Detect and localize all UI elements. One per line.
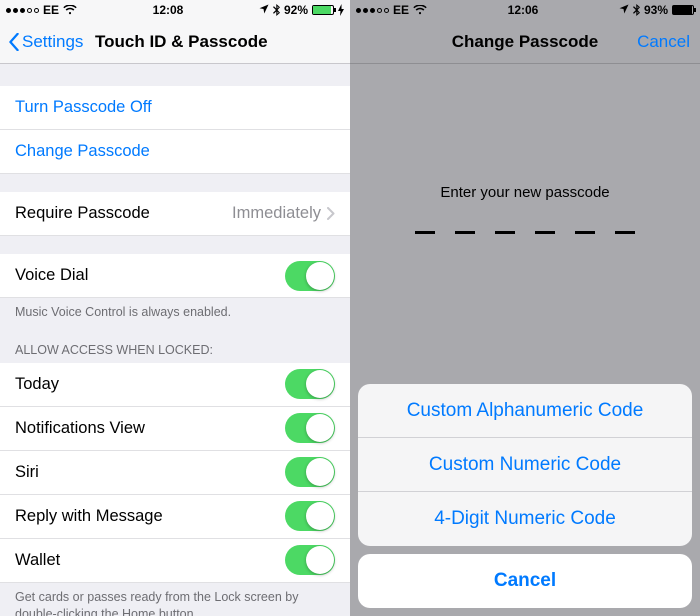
turn-passcode-off-button[interactable]: Turn Passcode Off bbox=[0, 86, 350, 130]
action-sheet: Custom Alphanumeric Code Custom Numeric … bbox=[350, 376, 700, 616]
signal-icon bbox=[356, 8, 389, 13]
nav-bar: Settings Touch ID & Passcode bbox=[0, 20, 350, 64]
battery-icon bbox=[672, 5, 694, 15]
bluetooth-icon bbox=[633, 4, 640, 16]
siri-row: Siri bbox=[0, 451, 350, 495]
siri-toggle[interactable] bbox=[285, 457, 335, 487]
option-4digit[interactable]: 4-Digit Numeric Code bbox=[358, 492, 692, 546]
charging-icon bbox=[338, 4, 344, 16]
signal-icon bbox=[6, 8, 39, 13]
back-button[interactable]: Settings bbox=[8, 32, 83, 52]
today-toggle[interactable] bbox=[285, 369, 335, 399]
wallet-row: Wallet bbox=[0, 539, 350, 583]
cell-label: Siri bbox=[15, 463, 39, 482]
location-icon bbox=[259, 3, 269, 17]
cell-label: Today bbox=[15, 375, 59, 394]
nav-bar: Change Passcode Cancel bbox=[350, 20, 700, 64]
chevron-right-icon bbox=[327, 207, 335, 220]
allow-access-header: ALLOW ACCESS WHEN LOCKED: bbox=[0, 337, 350, 363]
sheet-cancel-button[interactable]: Cancel bbox=[358, 554, 692, 608]
option-alphanumeric[interactable]: Custom Alphanumeric Code bbox=[358, 384, 692, 438]
cell-label: Turn Passcode Off bbox=[15, 98, 152, 117]
cell-label: Change Passcode bbox=[15, 142, 150, 161]
cell-label: Voice Dial bbox=[15, 266, 88, 285]
cell-label: Wallet bbox=[15, 551, 60, 570]
status-bar: EE 12:06 93% bbox=[350, 0, 700, 20]
notifications-toggle[interactable] bbox=[285, 413, 335, 443]
voice-dial-footer: Music Voice Control is always enabled. bbox=[0, 298, 350, 327]
voice-dial-row: Voice Dial bbox=[0, 254, 350, 298]
notifications-row: Notifications View bbox=[0, 407, 350, 451]
reply-row: Reply with Message bbox=[0, 495, 350, 539]
wifi-icon bbox=[63, 5, 77, 15]
battery-icon bbox=[312, 5, 334, 15]
change-passcode-button[interactable]: Change Passcode bbox=[0, 130, 350, 174]
option-custom-numeric[interactable]: Custom Numeric Code bbox=[358, 438, 692, 492]
location-icon bbox=[619, 3, 629, 17]
cancel-button[interactable]: Cancel bbox=[637, 32, 690, 52]
content: Turn Passcode Off Change Passcode Requir… bbox=[0, 64, 350, 616]
wallet-toggle[interactable] bbox=[285, 545, 335, 575]
voice-dial-toggle[interactable] bbox=[285, 261, 335, 291]
cell-label: Require Passcode bbox=[15, 204, 150, 223]
wallet-footer: Get cards or passes ready from the Lock … bbox=[0, 583, 350, 616]
wifi-icon bbox=[413, 5, 427, 15]
carrier-label: EE bbox=[393, 3, 409, 17]
cell-label: Reply with Message bbox=[15, 507, 163, 526]
page-title: Touch ID & Passcode bbox=[95, 32, 268, 52]
carrier-label: EE bbox=[43, 3, 59, 17]
bluetooth-icon bbox=[273, 4, 280, 16]
right-screen: EE 12:06 93% Change Passcode Cancel Ente… bbox=[350, 0, 700, 616]
battery-percent: 93% bbox=[644, 3, 668, 17]
cell-label: Notifications View bbox=[15, 419, 145, 438]
chevron-left-icon bbox=[8, 33, 20, 51]
require-passcode-row[interactable]: Require Passcode Immediately bbox=[0, 192, 350, 236]
clock: 12:06 bbox=[508, 3, 539, 17]
left-screen: EE 12:08 92% Settings Touch ID & Passcod… bbox=[0, 0, 350, 616]
clock: 12:08 bbox=[153, 3, 184, 17]
back-label: Settings bbox=[22, 32, 83, 52]
passcode-field[interactable] bbox=[415, 231, 635, 234]
status-bar: EE 12:08 92% bbox=[0, 0, 350, 20]
reply-toggle[interactable] bbox=[285, 501, 335, 531]
require-passcode-value: Immediately bbox=[232, 204, 321, 223]
today-row: Today bbox=[0, 363, 350, 407]
passcode-prompt: Enter your new passcode bbox=[440, 184, 609, 201]
battery-percent: 92% bbox=[284, 3, 308, 17]
